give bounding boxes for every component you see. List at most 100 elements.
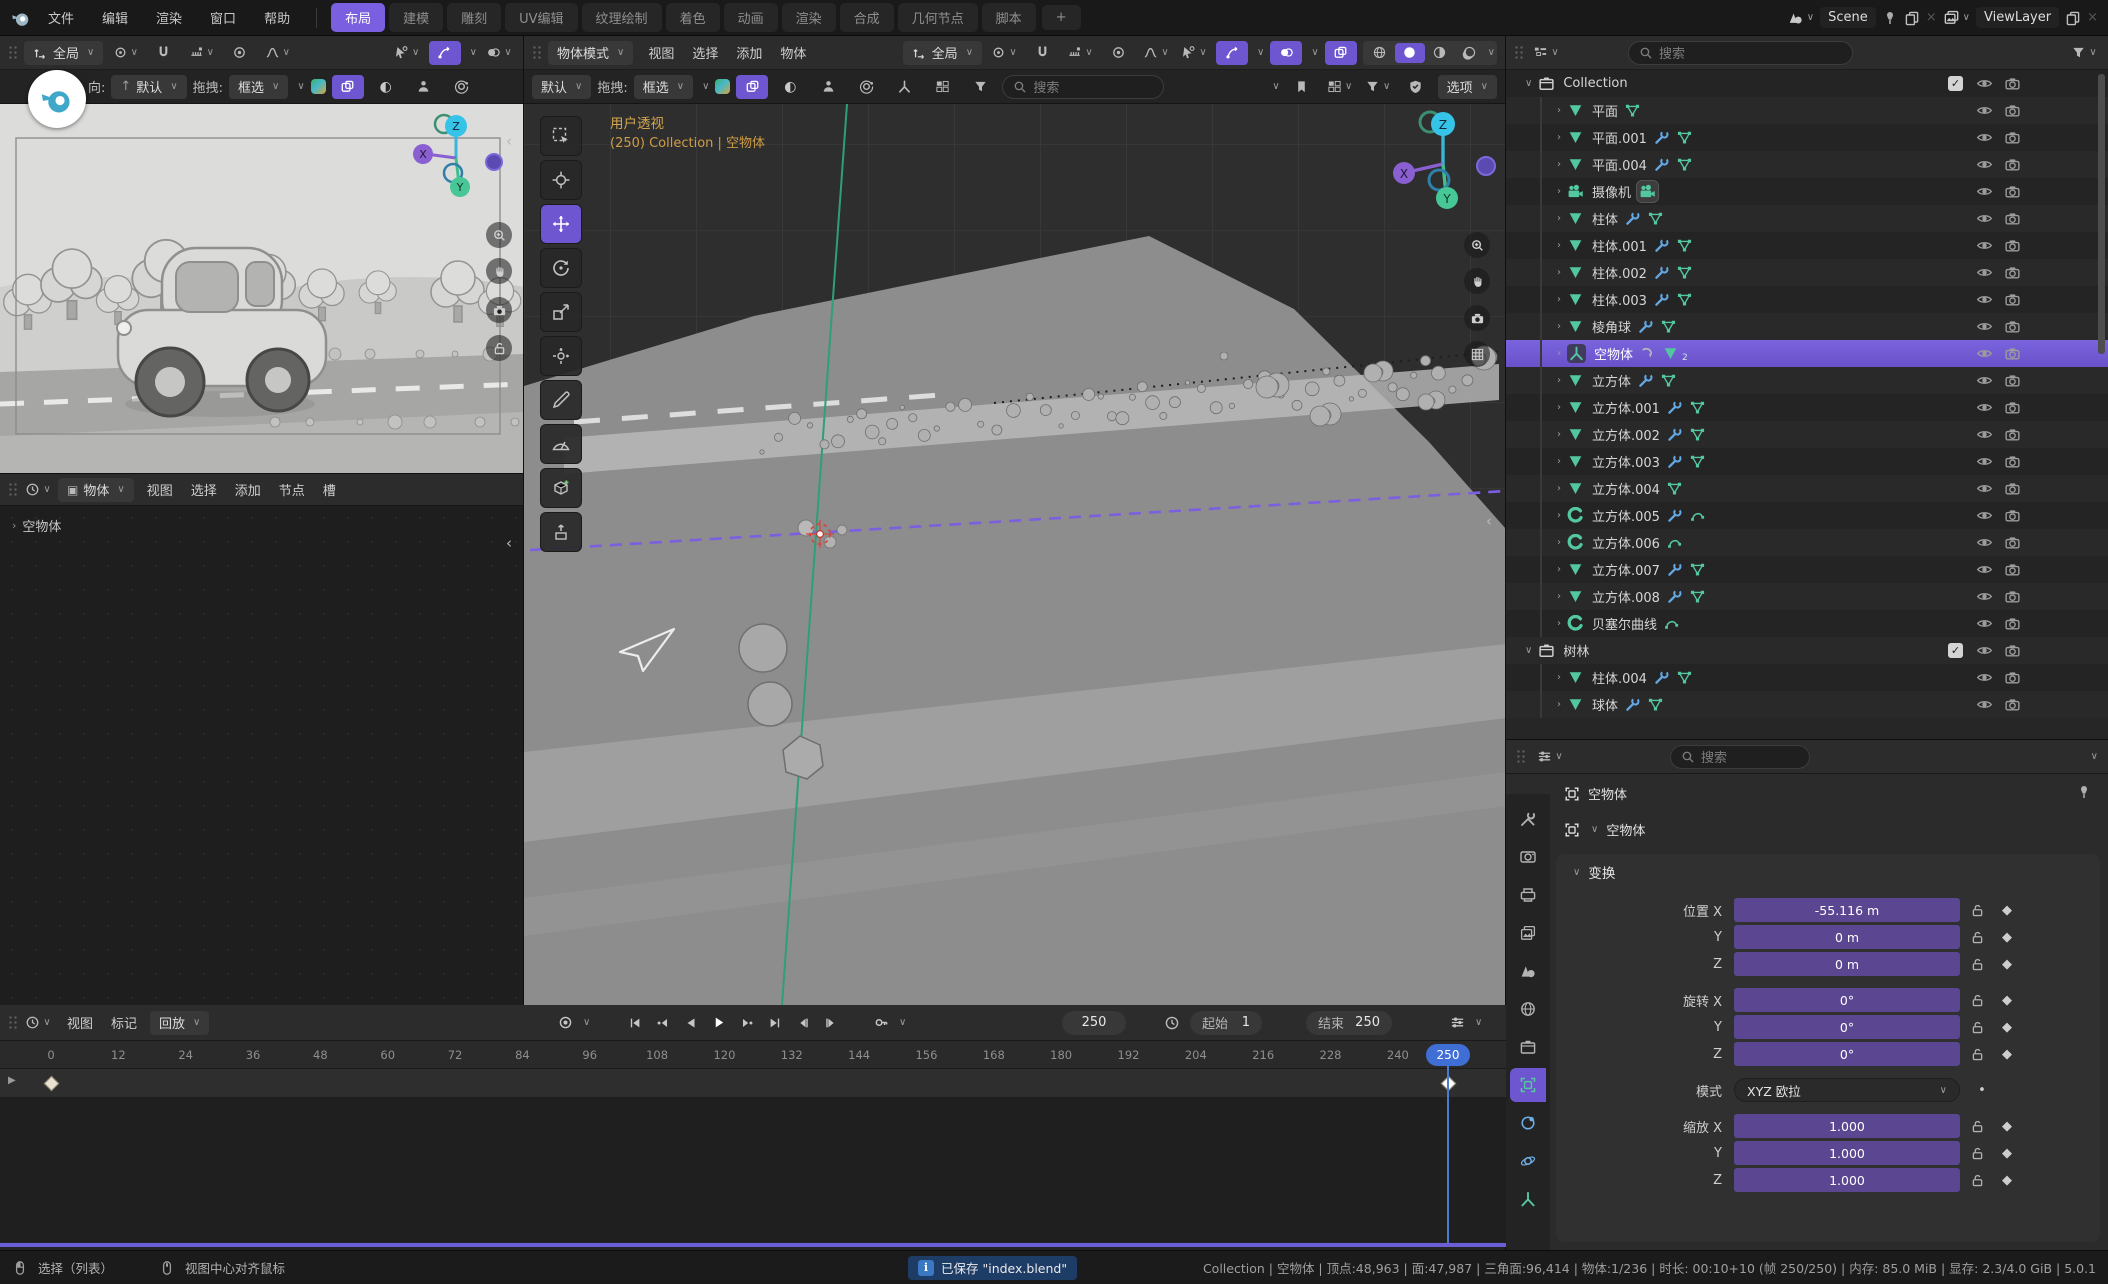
render-visibility-toggle[interactable] bbox=[2004, 534, 2021, 551]
options-dropdown[interactable]: 选项∨ bbox=[1438, 75, 1497, 99]
viewport-menu-item[interactable]: 物体 bbox=[771, 40, 815, 65]
drag-handle[interactable] bbox=[532, 45, 542, 61]
render-visibility-toggle[interactable] bbox=[2004, 372, 2021, 389]
tool-button[interactable] bbox=[540, 468, 582, 508]
hide-eye-toggle[interactable] bbox=[1976, 534, 1993, 551]
hide-eye-toggle[interactable] bbox=[1976, 642, 1993, 659]
expand-icon[interactable]: › bbox=[1557, 348, 1561, 359]
outliner-row[interactable]: ∨ Collection ✓ bbox=[1506, 70, 2108, 97]
workspace-tab[interactable]: 动画 bbox=[724, 3, 778, 32]
outliner-row[interactable]: › 立方体.003 ✓ bbox=[1506, 448, 2108, 475]
outliner-row[interactable]: › 平面.004 ✓ bbox=[1506, 151, 2108, 178]
hide-eye-toggle[interactable] bbox=[1976, 129, 1993, 146]
next-keyframe-button[interactable] bbox=[734, 1011, 760, 1035]
channel-expand-icon[interactable]: ▶ bbox=[8, 1075, 16, 1086]
workspace-tab[interactable]: 渲染 bbox=[782, 3, 836, 32]
material-preview-icon[interactable] bbox=[311, 79, 326, 94]
contrast-icon[interactable]: ◐ bbox=[370, 75, 402, 99]
orbit-icon[interactable] bbox=[446, 75, 478, 99]
expand-icon[interactable]: › bbox=[1557, 294, 1561, 305]
frame-end-field[interactable]: 结束250 bbox=[1306, 1011, 1392, 1035]
outliner-row[interactable]: › 柱体.003 ✓ bbox=[1506, 286, 2108, 313]
expand-icon[interactable]: › bbox=[1557, 456, 1561, 467]
value-field[interactable]: 0 m bbox=[1734, 952, 1960, 976]
workspace-tab[interactable]: 脚本 bbox=[982, 3, 1036, 32]
expand-icon[interactable]: › bbox=[1557, 105, 1561, 116]
expand-icon[interactable]: › bbox=[1557, 132, 1561, 143]
funnel-icon[interactable] bbox=[964, 75, 996, 99]
outliner-row[interactable]: › 空物体 2 ✓ bbox=[1506, 340, 2108, 367]
value-field[interactable]: 0° bbox=[1734, 1042, 1960, 1066]
timeline-summary-track[interactable]: ▶ bbox=[0, 1069, 1506, 1098]
expand-icon[interactable]: › bbox=[1557, 537, 1561, 548]
orientation-dropdown[interactable]: 全局∨ bbox=[24, 41, 103, 65]
tool-button[interactable] bbox=[540, 336, 582, 376]
viewlayer-name-field[interactable]: ViewLayer bbox=[1976, 7, 2059, 28]
show-gizmo-toggle[interactable] bbox=[1216, 41, 1248, 65]
editor-type-node-icon[interactable]: ∨ bbox=[22, 478, 54, 502]
play-button[interactable] bbox=[706, 1011, 732, 1035]
expand-icon[interactable]: › bbox=[1557, 402, 1561, 413]
playhead-line[interactable] bbox=[1447, 1065, 1449, 1243]
render-visibility-toggle[interactable] bbox=[2004, 615, 2021, 632]
render-visibility-toggle[interactable] bbox=[2004, 210, 2021, 227]
xray-toggle[interactable] bbox=[1325, 41, 1357, 65]
value-field[interactable]: XYZ 欧拉 bbox=[1734, 1078, 1960, 1102]
material-preview-icon[interactable] bbox=[715, 79, 730, 94]
collapse-arrow[interactable]: ‹ bbox=[506, 132, 512, 150]
object-name[interactable]: 摄像机 bbox=[1592, 182, 1631, 201]
hide-eye-toggle[interactable] bbox=[1976, 102, 1993, 119]
expand-icon[interactable]: › bbox=[1557, 429, 1561, 440]
auto-keying-toggle[interactable] bbox=[552, 1011, 578, 1035]
pin-icon[interactable] bbox=[1882, 10, 1898, 26]
keyframe-diamond-icon[interactable]: ◆ bbox=[1999, 1146, 2015, 1161]
keyframe-diamond-icon[interactable]: ◆ bbox=[1999, 903, 2015, 918]
tool-button[interactable] bbox=[540, 116, 582, 156]
tool-button[interactable] bbox=[540, 380, 582, 420]
object-name[interactable]: 柱体.002 bbox=[1592, 263, 1647, 282]
object-name[interactable]: 立方体.007 bbox=[1592, 560, 1660, 579]
keyframe-diamond-icon[interactable]: • bbox=[1974, 1083, 1990, 1098]
object-name[interactable]: 球体 bbox=[1592, 695, 1618, 714]
expand-icon[interactable]: › bbox=[1557, 321, 1561, 332]
object-name[interactable]: 立方体 bbox=[1592, 371, 1631, 390]
drag-handle[interactable] bbox=[8, 482, 18, 498]
pan-hand-button[interactable] bbox=[486, 258, 512, 284]
drag-handle[interactable] bbox=[8, 1015, 18, 1031]
node-editor-menu-item[interactable]: 槽 bbox=[314, 477, 345, 502]
hide-eye-toggle[interactable] bbox=[1976, 156, 1993, 173]
snap-target-dropdown[interactable]: ∨ bbox=[185, 41, 217, 65]
tool-button[interactable] bbox=[540, 424, 582, 464]
fake-user-icon[interactable] bbox=[408, 75, 440, 99]
shading-solid-icon[interactable] bbox=[1395, 43, 1425, 63]
object-name[interactable]: 立方体.006 bbox=[1592, 533, 1660, 552]
layout-grid-icon[interactable]: ∨ bbox=[1324, 75, 1356, 99]
mode-dropdown[interactable]: 物体模式∨ bbox=[548, 41, 633, 65]
hide-eye-toggle[interactable] bbox=[1976, 588, 1993, 605]
object-name[interactable]: 柱体.001 bbox=[1592, 236, 1647, 255]
object-name[interactable]: 立方体.002 bbox=[1592, 425, 1660, 444]
topbar-menu-item[interactable]: 帮助 bbox=[250, 4, 304, 31]
lock-icon[interactable] bbox=[1970, 903, 1985, 918]
navigation-gizmo[interactable]: Z X Y bbox=[1386, 106, 1498, 218]
blender-logo-icon[interactable] bbox=[10, 7, 32, 29]
value-field[interactable]: -55.116 m bbox=[1734, 898, 1960, 922]
expand-icon[interactable]: › bbox=[1557, 213, 1561, 224]
next-frame-button[interactable] bbox=[818, 1011, 844, 1035]
proportional-edit-icon[interactable] bbox=[1102, 41, 1134, 65]
viewport-menu-item[interactable]: 添加 bbox=[727, 40, 771, 65]
drag-mode-dropdown[interactable]: 框选∨ bbox=[229, 75, 288, 99]
outliner-row[interactable]: › 柱体.001 ✓ bbox=[1506, 232, 2108, 259]
ortho-grid-button[interactable] bbox=[1464, 341, 1490, 367]
play-reverse-button[interactable] bbox=[678, 1011, 704, 1035]
object-name[interactable]: 立方体.001 bbox=[1592, 398, 1660, 417]
gizmo-visibility-dropdown[interactable]: ∨ bbox=[391, 41, 423, 65]
lock-icon[interactable] bbox=[1970, 957, 1985, 972]
object-name[interactable]: 柱体.004 bbox=[1592, 668, 1647, 687]
camera-preview-viewport[interactable]: Z X Y ‹ bbox=[0, 104, 524, 474]
orbit-icon[interactable] bbox=[850, 75, 882, 99]
hide-eye-toggle[interactable] bbox=[1976, 669, 1993, 686]
shading-wireframe-icon[interactable] bbox=[1365, 43, 1395, 63]
render-visibility-toggle[interactable] bbox=[2004, 480, 2021, 497]
render-visibility-toggle[interactable] bbox=[2004, 399, 2021, 416]
